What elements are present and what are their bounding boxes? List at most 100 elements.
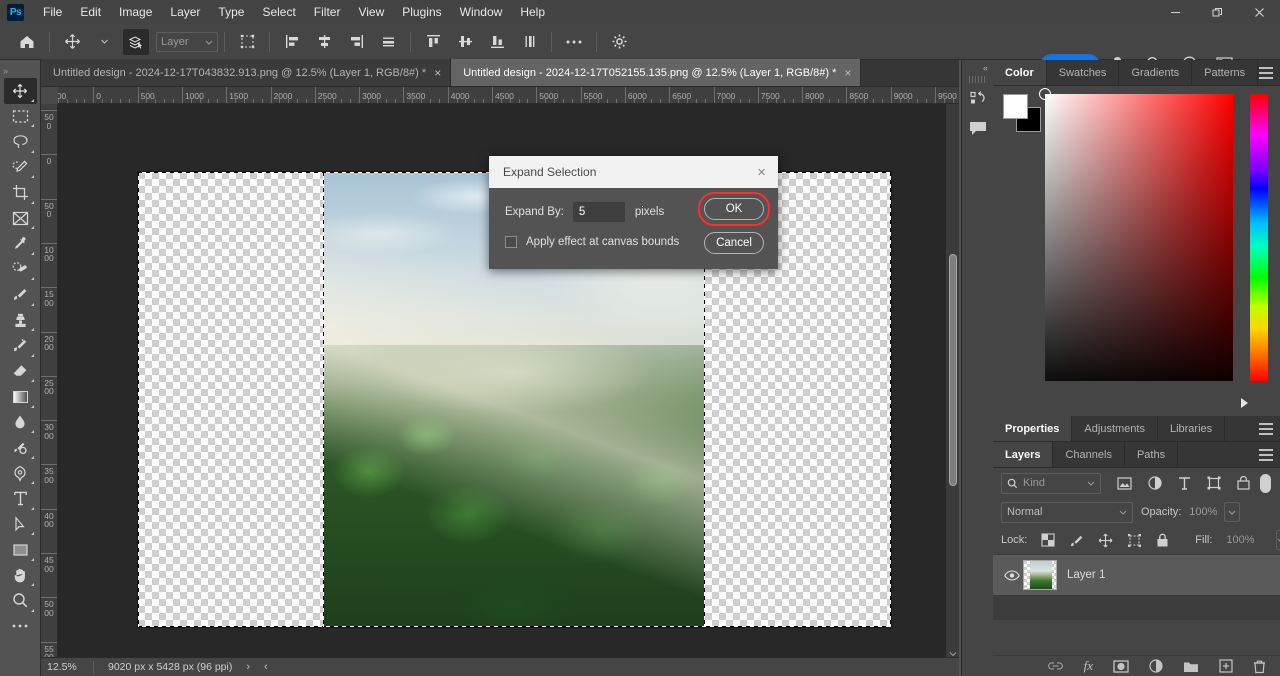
- align-vertical-centers-icon[interactable]: [452, 29, 478, 55]
- tab-layers[interactable]: Layers: [993, 442, 1054, 467]
- menu-select[interactable]: Select: [253, 2, 304, 22]
- tab-swatches[interactable]: Swatches: [1046, 60, 1120, 85]
- distribute-vertically-icon[interactable]: [516, 29, 542, 55]
- tab-properties[interactable]: Properties: [993, 416, 1073, 441]
- dialog-close-icon[interactable]: ×: [753, 165, 770, 180]
- color-panel-menu-icon[interactable]: [1259, 67, 1273, 79]
- vertical-ruler[interactable]: 500 0 500 1000 1500 2000 2500 3000 3500 4000 4500 5…: [41, 104, 58, 676]
- cancel-button[interactable]: Cancel: [704, 232, 764, 254]
- layer-filter-toggle[interactable]: [1260, 473, 1271, 493]
- menu-image[interactable]: Image: [110, 2, 161, 22]
- lock-all-icon[interactable]: [1156, 533, 1169, 548]
- dock-grip[interactable]: [968, 76, 987, 83]
- path-selection-tool[interactable]: [4, 512, 37, 538]
- frame-tool[interactable]: [4, 206, 37, 232]
- history-icon[interactable]: [965, 86, 991, 112]
- toolbar-expand-icon[interactable]: »: [0, 64, 40, 78]
- new-layer-icon[interactable]: [1219, 659, 1233, 673]
- expand-selection-dialog[interactable]: Expand Selection × Expand By: pixels App…: [489, 156, 778, 269]
- layer-row-layer-1[interactable]: Layer 1: [993, 555, 1280, 595]
- layer-filter-kind-dropdown[interactable]: Kind: [1001, 472, 1101, 494]
- ok-button[interactable]: OK: [704, 198, 764, 220]
- layer-visibility-eye-icon[interactable]: [1001, 569, 1023, 581]
- layer-style-icon[interactable]: fx: [1084, 658, 1093, 674]
- status-collapse-chevron-icon[interactable]: ‹: [264, 661, 268, 673]
- delete-layer-icon[interactable]: [1253, 659, 1266, 674]
- auto-select-layers-icon[interactable]: [123, 28, 149, 55]
- blur-tool[interactable]: [4, 410, 37, 436]
- home-icon[interactable]: [14, 29, 40, 55]
- vertical-scrollbar-thumb[interactable]: [949, 254, 957, 486]
- lock-image-pixels-icon[interactable]: [1069, 533, 1084, 548]
- fill-stepper-chevron-down-icon[interactable]: [1275, 530, 1280, 550]
- gradient-tool[interactable]: [4, 384, 37, 410]
- move-tool[interactable]: [3, 78, 37, 104]
- horizontal-ruler[interactable]: 500 0 500 1000 1500 2000 2500 3000 3500 4000 4500 5…: [41, 87, 959, 104]
- status-expand-chevron-icon[interactable]: ›: [246, 661, 250, 673]
- hue-slider-marker[interactable]: [1241, 398, 1248, 408]
- align-left-edges-icon[interactable]: [279, 29, 305, 55]
- adjustment-filter-icon[interactable]: [1148, 476, 1162, 490]
- fill-value[interactable]: 100%: [1226, 530, 1258, 550]
- more-options-icon[interactable]: [561, 29, 587, 55]
- vertical-scrollbar[interactable]: [946, 104, 959, 661]
- rectangle-tool[interactable]: [4, 537, 37, 563]
- tab-channels[interactable]: Channels: [1053, 442, 1125, 467]
- color-picker-field[interactable]: [1039, 88, 1233, 381]
- edit-toolbar-icon[interactable]: [4, 614, 37, 640]
- move-tool-options-chevron-down-icon[interactable]: [91, 29, 117, 55]
- properties-panel-menu-icon[interactable]: [1259, 423, 1273, 435]
- tab-patterns[interactable]: Patterns: [1192, 60, 1259, 85]
- document-tab-1-close-icon[interactable]: ×: [434, 67, 441, 79]
- clone-stamp-tool[interactable]: [4, 308, 37, 334]
- align-bottom-edges-icon[interactable]: [484, 29, 510, 55]
- menu-filter[interactable]: Filter: [305, 2, 350, 22]
- hue-slider[interactable]: [1250, 94, 1268, 381]
- collapse-panels-icon[interactable]: «: [962, 60, 993, 76]
- minimize-icon[interactable]: [1154, 0, 1196, 24]
- tab-paths[interactable]: Paths: [1124, 442, 1179, 467]
- new-group-icon[interactable]: [1183, 660, 1199, 673]
- align-horizontal-centers-icon[interactable]: [311, 29, 337, 55]
- menu-window[interactable]: Window: [451, 2, 512, 22]
- eraser-tool[interactable]: [4, 359, 37, 385]
- lasso-tool[interactable]: [4, 129, 37, 155]
- spot-healing-brush-tool[interactable]: [4, 257, 37, 283]
- expand-by-input[interactable]: [572, 202, 625, 222]
- menu-view[interactable]: View: [349, 2, 393, 22]
- menu-type[interactable]: Type: [209, 2, 253, 22]
- show-transform-controls-icon[interactable]: [234, 29, 260, 55]
- align-right-edges-icon[interactable]: [343, 29, 369, 55]
- layer-name[interactable]: Layer 1: [1067, 569, 1105, 581]
- history-brush-tool[interactable]: [4, 333, 37, 359]
- lock-position-icon[interactable]: [1098, 533, 1113, 548]
- object-selection-tool[interactable]: [4, 155, 37, 181]
- pen-tool[interactable]: [4, 461, 37, 487]
- menu-layer[interactable]: Layer: [161, 2, 209, 22]
- tab-adjustments[interactable]: Adjustments: [1072, 416, 1158, 441]
- close-icon[interactable]: [1238, 0, 1280, 24]
- rectangular-marquee-tool[interactable]: [4, 104, 37, 130]
- apply-at-canvas-bounds-row[interactable]: Apply effect at canvas bounds: [505, 236, 679, 248]
- ruler-origin-corner[interactable]: [41, 87, 58, 104]
- hand-tool[interactable]: [4, 563, 37, 589]
- apply-at-canvas-bounds-checkbox[interactable]: [505, 236, 517, 248]
- distribute-horizontally-icon[interactable]: [375, 29, 401, 55]
- dodge-tool[interactable]: [4, 435, 37, 461]
- comments-icon[interactable]: [965, 115, 991, 141]
- document-tab-2-close-icon[interactable]: ×: [844, 67, 851, 79]
- link-layers-icon[interactable]: [1047, 660, 1064, 672]
- foreground-color-swatch[interactable]: [1003, 94, 1028, 119]
- shape-filter-icon[interactable]: [1207, 476, 1221, 490]
- menu-plugins[interactable]: Plugins: [393, 2, 450, 22]
- zoom-tool[interactable]: [4, 588, 37, 614]
- type-tool[interactable]: [4, 486, 37, 512]
- tab-gradients[interactable]: Gradients: [1119, 60, 1193, 85]
- layer-thumbnail[interactable]: [1023, 560, 1057, 590]
- restore-icon[interactable]: [1196, 0, 1238, 24]
- move-tool-icon[interactable]: [59, 29, 85, 55]
- color-picker-marker[interactable]: [1039, 88, 1051, 100]
- document-tab-2[interactable]: Untitled design - 2024-12-17T052155.135.…: [451, 59, 862, 86]
- lock-artboard-icon[interactable]: [1127, 533, 1142, 548]
- type-filter-icon[interactable]: [1178, 476, 1191, 490]
